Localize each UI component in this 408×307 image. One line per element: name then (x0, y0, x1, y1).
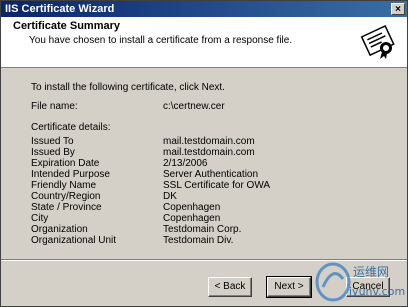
detail-value: SSL Certificate for OWA (163, 180, 271, 191)
title-bar: IIS Certificate Wizard × (1, 1, 407, 17)
detail-value: DK (163, 191, 177, 202)
detail-key: Organizational Unit (31, 235, 117, 246)
detail-key: Country/Region (31, 191, 101, 202)
file-name-value: c:\certnew.cer (163, 101, 225, 112)
page-title: Certificate Summary (13, 20, 120, 32)
detail-key: Issued By (31, 147, 75, 158)
detail-key: Expiration Date (31, 158, 100, 169)
detail-value: mail.testdomain.com (163, 147, 255, 158)
watermark-logo: 运维网 iyunv.com (315, 262, 405, 302)
detail-key: Friendly Name (31, 180, 97, 191)
certificate-icon (359, 21, 399, 61)
detail-key: City (31, 213, 49, 224)
detail-value: Testdomain Div. (163, 235, 234, 246)
detail-key: State / Province (31, 202, 102, 213)
close-button[interactable]: × (391, 3, 405, 15)
detail-value: mail.testdomain.com (163, 136, 255, 147)
detail-value: Server Authentication (163, 169, 259, 180)
detail-key: Organization (31, 224, 88, 235)
intro-text: To install the following certificate, cl… (31, 82, 225, 93)
back-button[interactable]: < Back (208, 277, 252, 297)
wizard-window: IIS Certificate Wizard × Certificate Sum… (0, 0, 408, 307)
page-subtitle: You have chosen to install a certificate… (29, 35, 293, 46)
detail-key: Issued To (31, 136, 74, 147)
window-title: IIS Certificate Wizard (5, 3, 115, 15)
detail-value: Copenhagen (163, 202, 221, 213)
detail-value: Testdomain Corp. (163, 224, 242, 235)
next-button[interactable]: Next > (266, 276, 312, 298)
watermark-text-2: iyunv.com (349, 285, 405, 298)
wizard-content: To install the following certificate, cl… (1, 68, 407, 258)
watermark-text-1: 运维网 (353, 265, 389, 279)
detail-value: Copenhagen (163, 213, 221, 224)
wizard-header: Certificate Summary You have chosen to i… (1, 17, 407, 68)
file-name-label: File name: (31, 101, 78, 112)
detail-key: Intended Purpose (31, 169, 110, 180)
detail-value: 2/13/2006 (163, 158, 208, 169)
certificate-details-label: Certificate details: (31, 122, 111, 133)
